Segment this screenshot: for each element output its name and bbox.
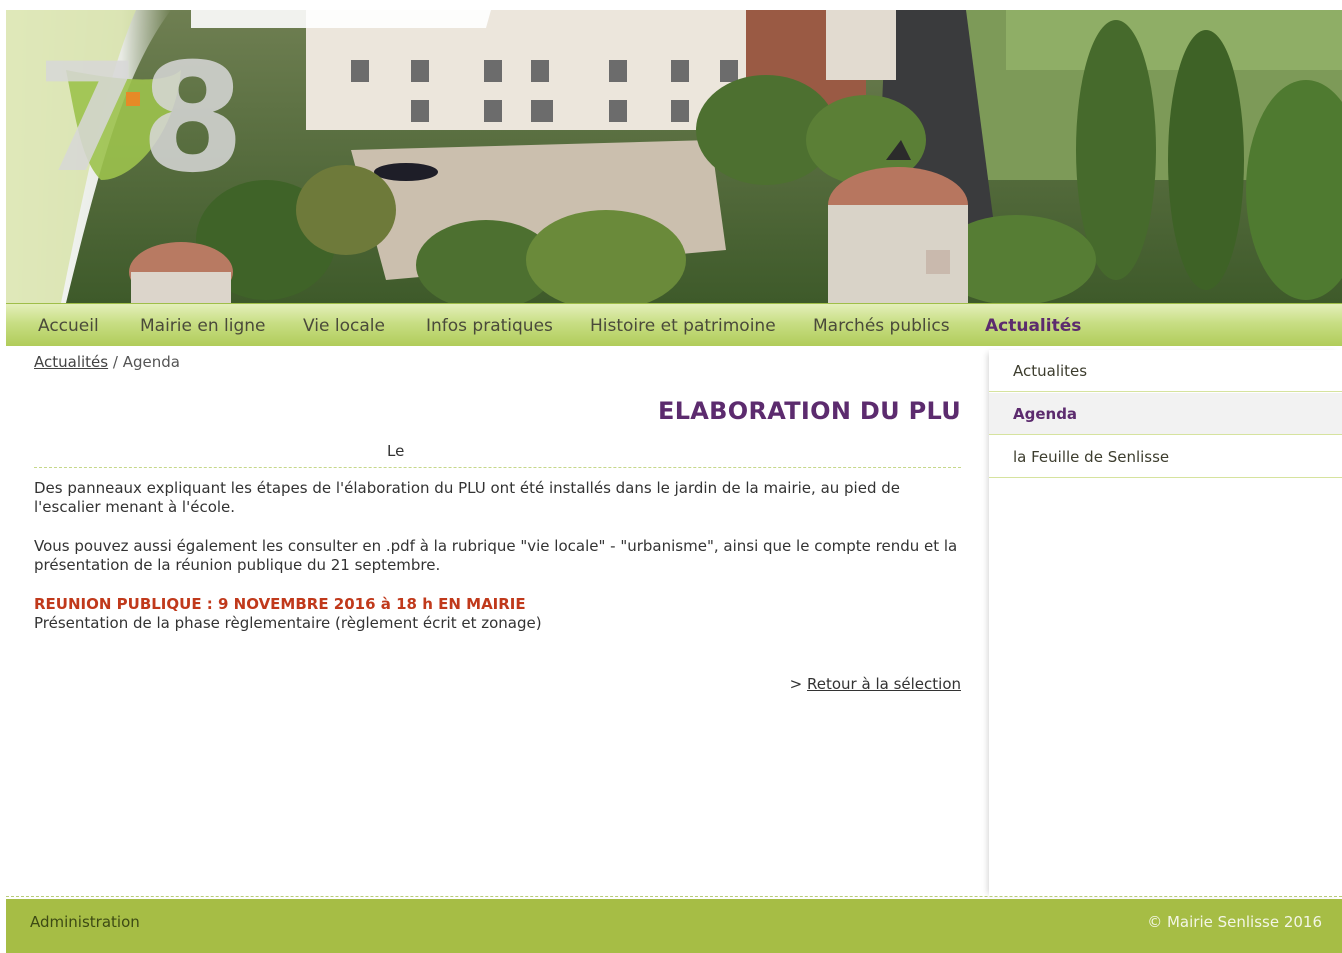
article-paragraph-2: Vous pouvez aussi également les consulte… (34, 537, 958, 574)
meeting-announcement: REUNION PUBLIQUE : 9 NOVEMBRE 2016 à 18 … (34, 595, 526, 613)
return-prefix: > (789, 675, 808, 693)
sidebar: Actualites Agenda la Feuille de Senlisse (989, 350, 1342, 897)
breadcrumb-current: Agenda (122, 353, 180, 371)
nav-item-marches-publics[interactable]: Marchés publics (813, 304, 950, 346)
return-to-selection-link[interactable]: Retour à la sélection (807, 675, 961, 693)
article-paragraph-3: Présentation de la phase règlementaire (… (34, 614, 542, 632)
main-nav: Accueil Mairie en ligne Vie locale Infos… (6, 303, 1342, 346)
administration-link[interactable]: Administration (30, 899, 140, 946)
nav-item-infos-pratiques[interactable]: Infos pratiques (426, 304, 553, 346)
nav-item-vie-locale[interactable]: Vie locale (303, 304, 385, 346)
footer-divider (6, 896, 1342, 897)
sidebar-item-feuille-de-senlisse[interactable]: la Feuille de Senlisse (989, 436, 1342, 478)
top-strip (0, 0, 1342, 10)
breadcrumb-link-actualites[interactable]: Actualités (34, 353, 108, 371)
header-banner: 78 (6, 10, 1342, 303)
breadcrumb: Actualités / Agenda (34, 353, 180, 371)
return-to-selection: > Retour à la sélection (790, 675, 961, 693)
footer: Administration © Mairie Senlisse 2016 (6, 899, 1342, 953)
sidebar-item-actualites[interactable]: Actualites (989, 350, 1342, 392)
article-title: ELABORATION DU PLU (658, 397, 961, 425)
logo-digits: 78 (36, 32, 245, 206)
breadcrumb-separator: / (108, 353, 123, 371)
nav-item-actualites[interactable]: Actualités (985, 304, 1081, 346)
nav-item-histoire-et-patrimoine[interactable]: Histoire et patrimoine (590, 304, 776, 346)
article-date-label: Le (387, 442, 405, 460)
article-paragraph-1: Des panneaux expliquant les étapes de l'… (34, 479, 900, 516)
article-divider (34, 467, 961, 468)
banner-photo: 78 (6, 10, 1342, 303)
nav-item-mairie-en-ligne[interactable]: Mairie en ligne (140, 304, 266, 346)
copyright-text: © Mairie Senlisse 2016 (1147, 913, 1322, 931)
nav-item-accueil[interactable]: Accueil (38, 304, 99, 346)
sidebar-item-agenda[interactable]: Agenda (989, 393, 1342, 435)
